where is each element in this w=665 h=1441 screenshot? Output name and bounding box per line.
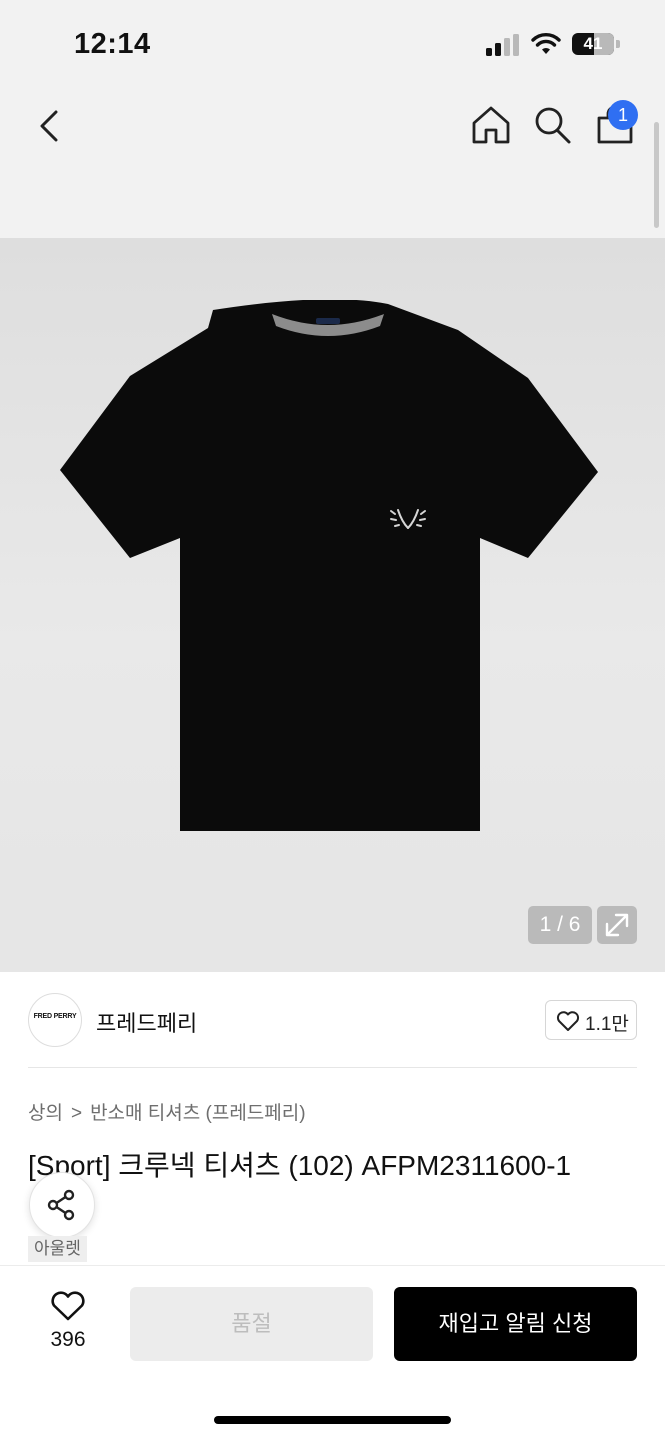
scrollbar: [654, 122, 659, 228]
search-icon[interactable]: [532, 104, 572, 146]
cart-count-badge: 1: [608, 100, 638, 130]
home-indicator: [214, 1416, 451, 1424]
expand-icon: [605, 913, 629, 937]
wishlist-count: 396: [50, 1328, 86, 1351]
product-title: [Sport] 크루넥 티셔츠 (102) AFPM2311600-1: [28, 1150, 572, 1181]
breadcrumb-item-subcategory[interactable]: 반소매 티셔츠 (프레드페리): [90, 1103, 306, 1124]
breadcrumb-item-category[interactable]: 상의: [28, 1103, 63, 1124]
brand-logo-text: FRED PERRY: [33, 1013, 77, 1020]
share-icon: [47, 1189, 75, 1221]
wishlist-button[interactable]: 396: [40, 1290, 96, 1351]
top-nav-bar: [0, 90, 665, 238]
share-button[interactable]: [29, 1172, 95, 1238]
battery-icon: 41: [572, 33, 622, 57]
image-page-counter: 1 / 6: [528, 906, 592, 944]
brand-like-button[interactable]: 1.1만: [545, 1000, 637, 1040]
battery-level: 41: [583, 34, 603, 53]
restock-alert-button[interactable]: 재입고 알림 신청: [394, 1287, 637, 1361]
heart-icon: [556, 1011, 580, 1031]
status-bar: 12:14 41: [0, 0, 665, 90]
brand-logo[interactable]: FRED PERRY: [28, 993, 82, 1047]
brand-like-count: 1.1만: [585, 1014, 629, 1035]
home-icon[interactable]: [470, 104, 512, 146]
status-time: 12:14: [74, 28, 151, 60]
breadcrumb: 상의 > 반소매 티셔츠 (프레드페리): [28, 1098, 306, 1125]
divider: [28, 1067, 637, 1068]
product-image-tshirt: [60, 300, 598, 831]
sold-out-button: 품절: [130, 1287, 373, 1361]
cellular-signal-icon: [486, 34, 519, 56]
product-image-gallery[interactable]: 1 / 6: [0, 238, 665, 972]
expand-image-button[interactable]: [597, 906, 637, 944]
bottom-action-bar: 396 품절 재입고 알림 신청: [0, 1265, 665, 1441]
outlet-tag: 아울렛: [28, 1236, 87, 1262]
wifi-icon: [531, 33, 561, 54]
back-icon[interactable]: [30, 106, 70, 146]
heart-icon: [51, 1291, 85, 1321]
breadcrumb-separator: >: [70, 1103, 83, 1124]
brand-name[interactable]: 프레드페리: [96, 1006, 197, 1038]
